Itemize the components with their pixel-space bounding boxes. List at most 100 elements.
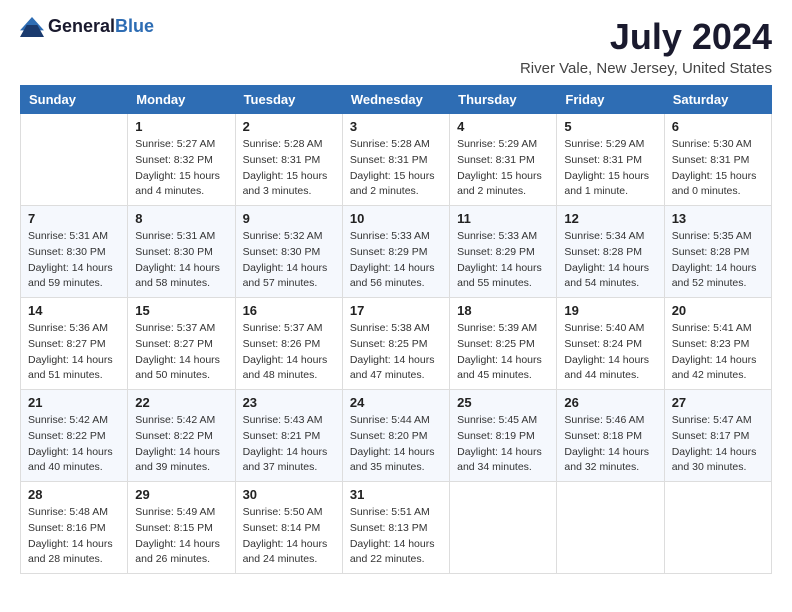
day-detail: Sunrise: 5:33 AMSunset: 8:29 PMDaylight:… — [457, 229, 549, 292]
day-number: 21 — [28, 395, 120, 410]
calendar-cell — [557, 482, 664, 574]
calendar-cell: 21Sunrise: 5:42 AMSunset: 8:22 PMDayligh… — [21, 390, 128, 482]
day-number: 15 — [135, 303, 227, 318]
calendar-week-row: 7 Sunrise: 5:31 AMSunset: 8:30 PMDaylight… — [21, 206, 772, 298]
day-detail: Sunrise: 5:35 AMSunset: 8:28 PMDaylight:… — [672, 229, 764, 292]
calendar-cell: 26 Sunrise: 5:46 AMSunset: 8:18 PMDayligh… — [557, 390, 664, 482]
day-number: 26 — [564, 395, 656, 410]
day-detail: Sunrise: 5:40 AMSunset: 8:24 PMDaylight:… — [564, 321, 656, 384]
day-detail: Sunrise: 5:50 AMSunset: 8:14 PMDaylight:… — [243, 505, 335, 568]
day-number: 14 — [28, 303, 120, 318]
day-number: 16 — [243, 303, 335, 318]
calendar-cell: 7 Sunrise: 5:31 AMSunset: 8:30 PMDaylight… — [21, 206, 128, 298]
calendar-cell: 10 Sunrise: 5:33 AMSunset: 8:29 PMDayligh… — [342, 206, 449, 298]
day-detail: Sunrise: 5:36 AMSunset: 8:27 PMDaylight:… — [28, 321, 120, 384]
day-number: 30 — [243, 487, 335, 502]
day-detail: Sunrise: 5:51 AMSunset: 8:13 PMDaylight:… — [350, 505, 442, 568]
day-detail: Sunrise: 5:48 AMSunset: 8:16 PMDaylight:… — [28, 505, 120, 568]
day-number: 9 — [243, 211, 335, 226]
day-number: 19 — [564, 303, 656, 318]
day-number: 18 — [457, 303, 549, 318]
calendar-cell: 1Sunrise: 5:27 AMSunset: 8:32 PMDaylight… — [128, 114, 235, 206]
day-detail: Sunrise: 5:28 AMSunset: 8:31 PMDaylight:… — [243, 137, 335, 200]
day-detail: Sunrise: 5:46 AMSunset: 8:18 PMDaylight:… — [564, 413, 656, 476]
calendar-cell: 13Sunrise: 5:35 AMSunset: 8:28 PMDayligh… — [664, 206, 771, 298]
day-detail: Sunrise: 5:45 AMSunset: 8:19 PMDaylight:… — [457, 413, 549, 476]
calendar-cell — [21, 114, 128, 206]
day-number: 12 — [564, 211, 656, 226]
calendar-cell: 2 Sunrise: 5:28 AMSunset: 8:31 PMDaylight… — [235, 114, 342, 206]
calendar-header-tuesday: Tuesday — [235, 86, 342, 114]
day-detail: Sunrise: 5:47 AMSunset: 8:17 PMDaylight:… — [672, 413, 764, 476]
calendar-cell — [664, 482, 771, 574]
day-number: 22 — [135, 395, 227, 410]
day-detail: Sunrise: 5:29 AMSunset: 8:31 PMDaylight:… — [564, 137, 656, 200]
calendar-cell: 12Sunrise: 5:34 AMSunset: 8:28 PMDayligh… — [557, 206, 664, 298]
day-number: 11 — [457, 211, 549, 226]
calendar-cell: 20 Sunrise: 5:41 AMSunset: 8:23 PMDayligh… — [664, 298, 771, 390]
day-number: 7 — [28, 211, 120, 226]
calendar-table: SundayMondayTuesdayWednesdayThursdayFrid… — [20, 85, 772, 574]
day-number: 8 — [135, 211, 227, 226]
calendar-cell: 31 Sunrise: 5:51 AMSunset: 8:13 PMDayligh… — [342, 482, 449, 574]
day-number: 28 — [28, 487, 120, 502]
day-number: 6 — [672, 119, 764, 134]
calendar-cell: 11 Sunrise: 5:33 AMSunset: 8:29 PMDayligh… — [450, 206, 557, 298]
calendar-week-row: 1Sunrise: 5:27 AMSunset: 8:32 PMDaylight… — [21, 114, 772, 206]
calendar-cell: 17 Sunrise: 5:38 AMSunset: 8:25 PMDayligh… — [342, 298, 449, 390]
calendar-header-monday: Monday — [128, 86, 235, 114]
day-detail: Sunrise: 5:44 AMSunset: 8:20 PMDaylight:… — [350, 413, 442, 476]
calendar-week-row: 21 Sunrise: 5:42 AMSunset: 8:22 PMDayligh… — [21, 390, 772, 482]
calendar-header-row: SundayMondayTuesdayWednesdayThursdayFrid… — [21, 86, 772, 114]
calendar-cell: 22 Sunrise: 5:42 AMSunset: 8:22 PMDayligh… — [128, 390, 235, 482]
header: GeneralBlue July 2024 River Vale, New Je… — [20, 16, 772, 77]
calendar-cell: 25 Sunrise: 5:45 AMSunset: 8:19 PMDayligh… — [450, 390, 557, 482]
calendar-header-sunday: Sunday — [21, 86, 128, 114]
calendar-cell — [450, 482, 557, 574]
calendar-cell: 9 Sunrise: 5:32 AMSunset: 8:30 PMDaylight… — [235, 206, 342, 298]
day-detail: Sunrise: 5:33 AMSunset: 8:29 PMDaylight:… — [350, 229, 442, 292]
logo-general: General — [48, 16, 115, 36]
logo-icon — [20, 17, 44, 37]
day-number: 1 — [135, 119, 227, 134]
day-number: 24 — [350, 395, 442, 410]
title-area: July 2024 River Vale, New Jersey, United… — [520, 16, 772, 77]
day-detail: Sunrise: 5:39 AMSunset: 8:25 PMDaylight:… — [457, 321, 549, 384]
day-detail: Sunrise: 5:31 AMSunset: 8:30 PMDaylight:… — [28, 229, 120, 292]
calendar-week-row: 14 Sunrise: 5:36 AMSunset: 8:27 PMDayligh… — [21, 298, 772, 390]
logo-blue: Blue — [115, 16, 154, 36]
day-detail: Sunrise: 5:37 AMSunset: 8:27 PMDaylight:… — [135, 321, 227, 384]
calendar-header-saturday: Saturday — [664, 86, 771, 114]
day-number: 27 — [672, 395, 764, 410]
calendar-cell: 23Sunrise: 5:43 AMSunset: 8:21 PMDayligh… — [235, 390, 342, 482]
day-number: 2 — [243, 119, 335, 134]
day-number: 25 — [457, 395, 549, 410]
calendar-cell: 18 Sunrise: 5:39 AMSunset: 8:25 PMDayligh… — [450, 298, 557, 390]
day-detail: Sunrise: 5:41 AMSunset: 8:23 PMDaylight:… — [672, 321, 764, 384]
day-detail: Sunrise: 5:42 AMSunset: 8:22 PMDaylight:… — [135, 413, 227, 476]
day-detail: Sunrise: 5:49 AMSunset: 8:15 PMDaylight:… — [135, 505, 227, 568]
calendar-cell: 8 Sunrise: 5:31 AMSunset: 8:30 PMDaylight… — [128, 206, 235, 298]
day-number: 17 — [350, 303, 442, 318]
day-number: 3 — [350, 119, 442, 134]
calendar-cell: 4Sunrise: 5:29 AMSunset: 8:31 PMDaylight… — [450, 114, 557, 206]
day-detail: Sunrise: 5:28 AMSunset: 8:31 PMDaylight:… — [350, 137, 442, 200]
calendar-cell: 19 Sunrise: 5:40 AMSunset: 8:24 PMDayligh… — [557, 298, 664, 390]
calendar-cell: 16 Sunrise: 5:37 AMSunset: 8:26 PMDayligh… — [235, 298, 342, 390]
day-detail: Sunrise: 5:37 AMSunset: 8:26 PMDaylight:… — [243, 321, 335, 384]
day-detail: Sunrise: 5:31 AMSunset: 8:30 PMDaylight:… — [135, 229, 227, 292]
day-detail: Sunrise: 5:32 AMSunset: 8:30 PMDaylight:… — [243, 229, 335, 292]
calendar-cell: 24 Sunrise: 5:44 AMSunset: 8:20 PMDayligh… — [342, 390, 449, 482]
day-number: 20 — [672, 303, 764, 318]
calendar-cell: 29 Sunrise: 5:49 AMSunset: 8:15 PMDayligh… — [128, 482, 235, 574]
day-detail: Sunrise: 5:38 AMSunset: 8:25 PMDaylight:… — [350, 321, 442, 384]
day-number: 23 — [243, 395, 335, 410]
calendar-cell: 30 Sunrise: 5:50 AMSunset: 8:14 PMDayligh… — [235, 482, 342, 574]
subtitle: River Vale, New Jersey, United States — [520, 60, 772, 77]
day-number: 29 — [135, 487, 227, 502]
logo: GeneralBlue — [20, 16, 154, 37]
day-number: 5 — [564, 119, 656, 134]
calendar-cell: 14 Sunrise: 5:36 AMSunset: 8:27 PMDayligh… — [21, 298, 128, 390]
day-number: 31 — [350, 487, 442, 502]
day-number: 10 — [350, 211, 442, 226]
